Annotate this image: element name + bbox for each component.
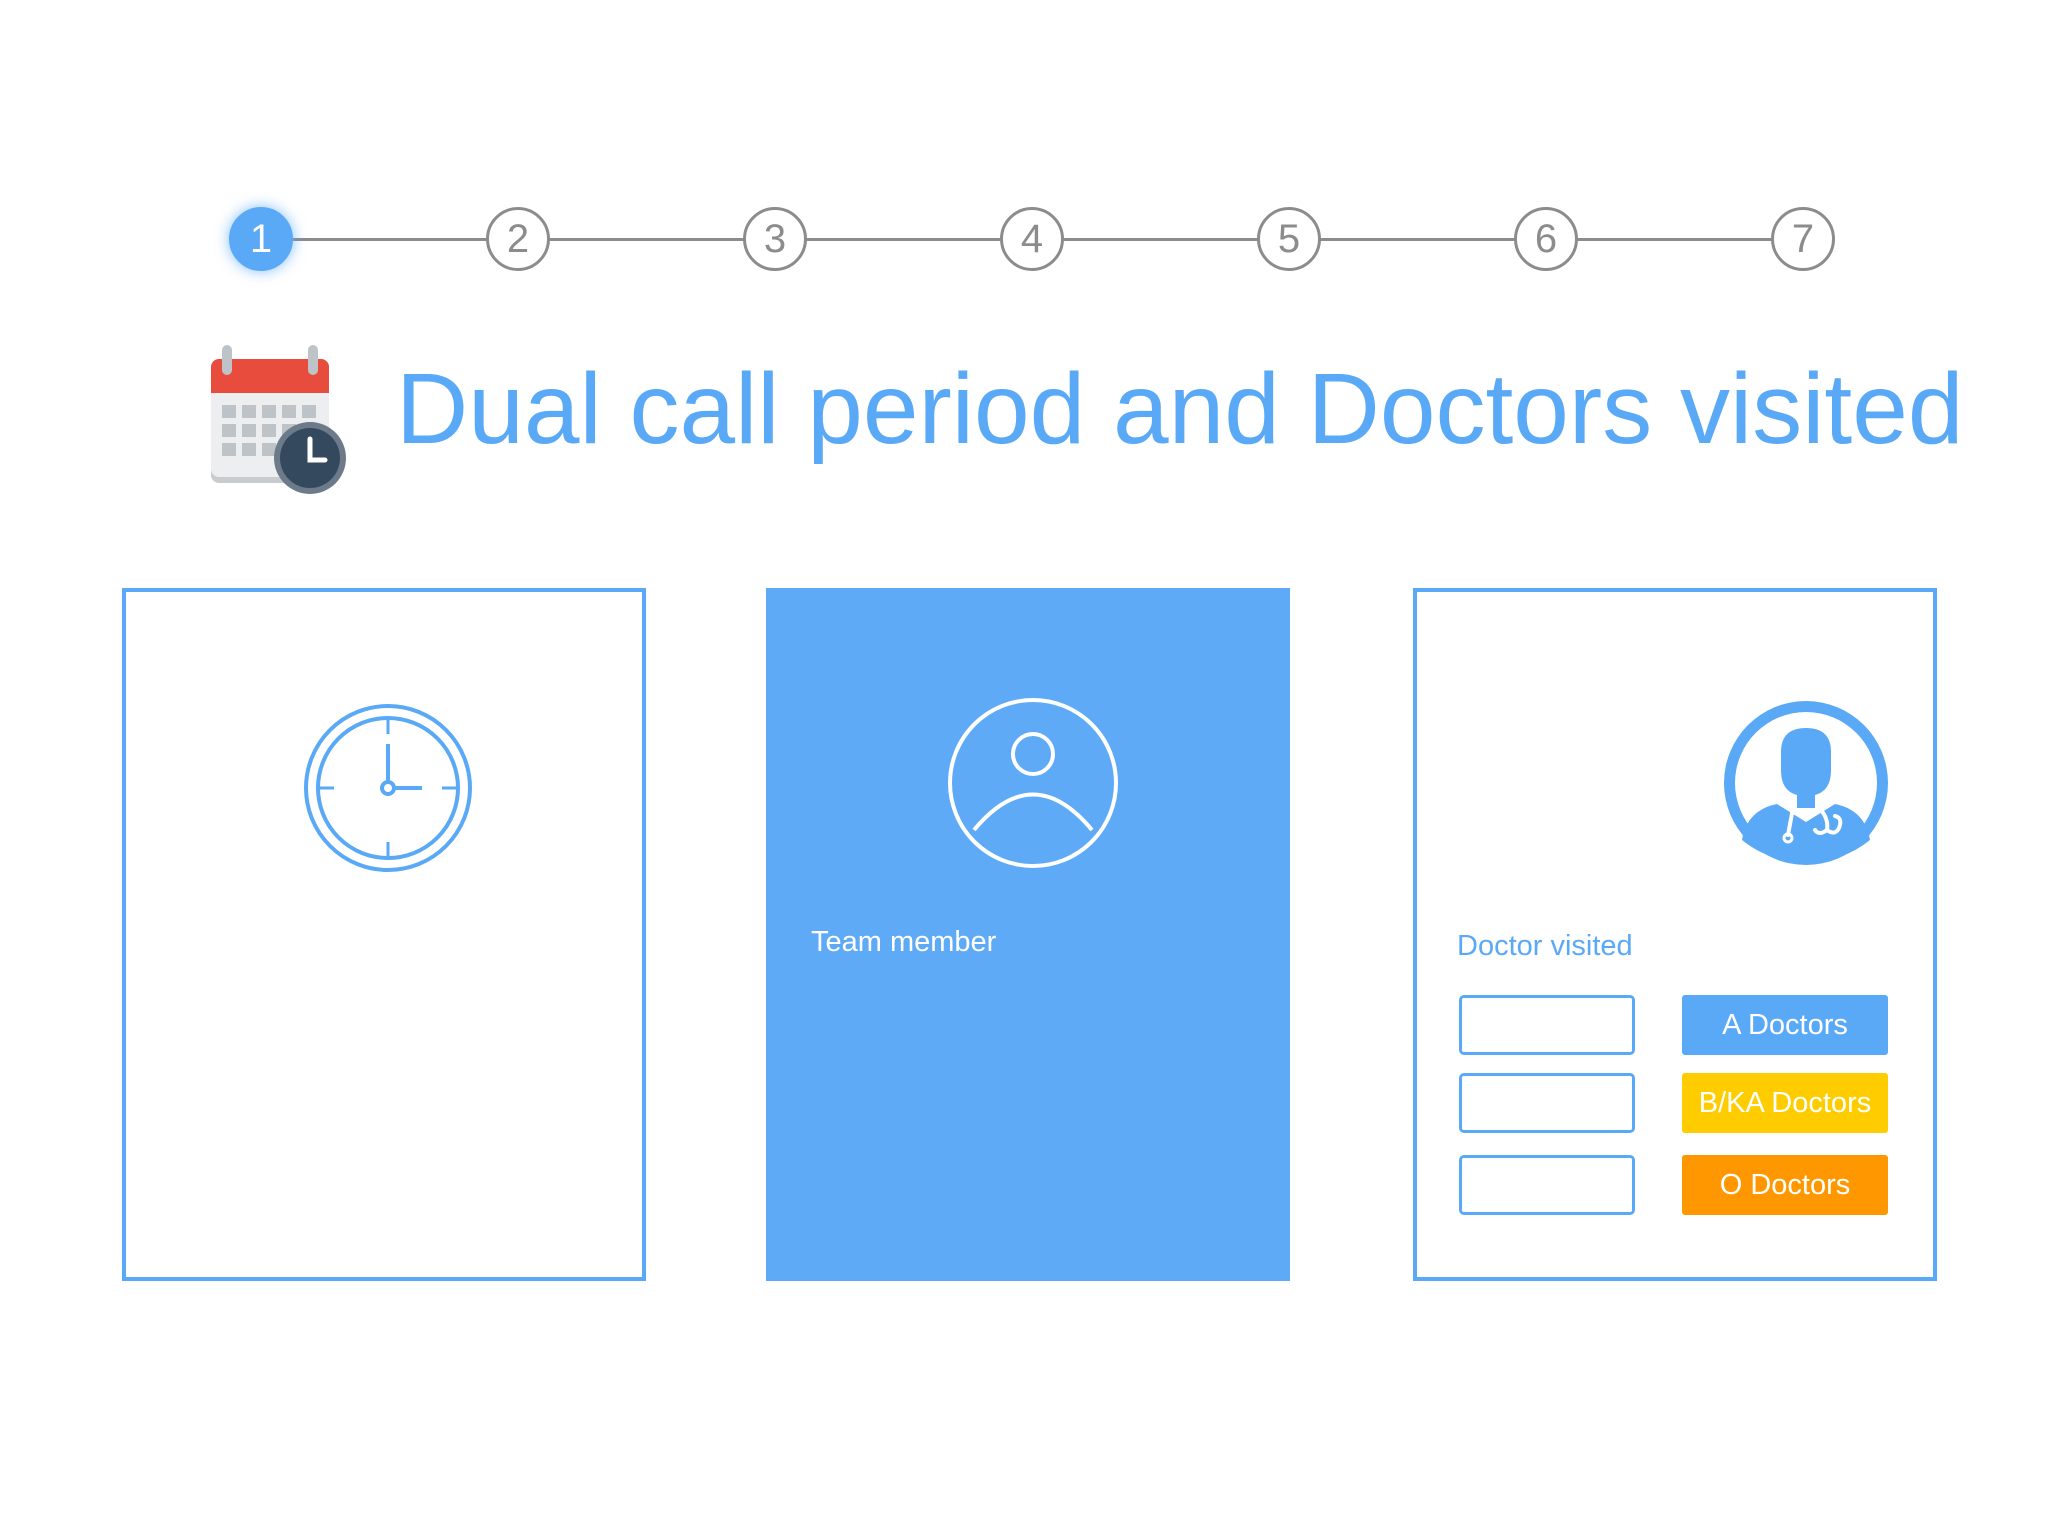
doctor-visited-label: Doctor visited xyxy=(1457,930,1633,962)
team-member-card[interactable]: Team member xyxy=(766,588,1290,1281)
doctors-visited-card[interactable]: Doctor visited A Doctors B/KA Doctors O … xyxy=(1413,588,1937,1281)
doctor-icon xyxy=(1724,701,1888,865)
calendar-clock-icon xyxy=(211,345,346,494)
b-ka-doctors-button[interactable]: B/KA Doctors xyxy=(1682,1073,1888,1133)
step-7[interactable]: 7 xyxy=(1771,207,1835,271)
step-4[interactable]: 4 xyxy=(1000,207,1064,271)
user-icon xyxy=(948,698,1118,868)
step-5[interactable]: 5 xyxy=(1257,207,1321,271)
o-doctors-button[interactable]: O Doctors xyxy=(1682,1155,1888,1215)
step-3[interactable]: 3 xyxy=(743,207,807,271)
step-2[interactable]: 2 xyxy=(486,207,550,271)
period-card[interactable] xyxy=(122,588,646,1281)
team-member-label: Team member xyxy=(811,926,997,958)
a-doctors-button[interactable]: A Doctors xyxy=(1682,995,1888,1055)
stepper: 1 2 3 4 5 6 7 xyxy=(0,0,2048,330)
step-1[interactable]: 1 xyxy=(229,207,293,271)
page-title: Dual call period and Doctors visited xyxy=(396,353,1964,465)
step-6[interactable]: 6 xyxy=(1514,207,1578,271)
b-ka-doctors-count-field[interactable] xyxy=(1459,1073,1635,1133)
a-doctors-count-field[interactable] xyxy=(1459,995,1635,1055)
o-doctors-count-field[interactable] xyxy=(1459,1155,1635,1215)
clock-icon xyxy=(304,704,472,872)
